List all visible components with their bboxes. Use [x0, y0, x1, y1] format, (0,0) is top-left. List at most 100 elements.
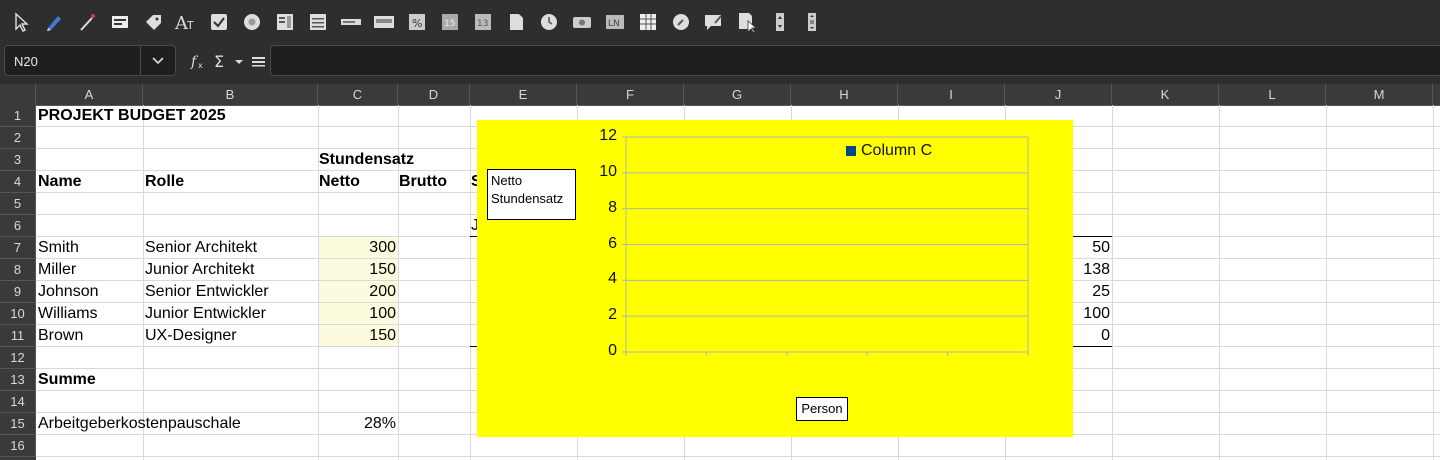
row-header-5[interactable]: 5 [0, 193, 36, 215]
y-axis-label[interactable]: Netto Stundensatz [487, 169, 576, 220]
row-header-14[interactable]: 14 [0, 391, 36, 413]
cell-a10[interactable]: Williams [38, 303, 98, 325]
row-header-12[interactable]: 12 [0, 347, 36, 369]
cell-c10[interactable]: 100 [318, 303, 396, 325]
scrollbar-icon[interactable] [800, 10, 824, 34]
cell-b10[interactable]: Junior Entwickler [145, 303, 266, 325]
cell-a7[interactable]: Smith [38, 237, 79, 259]
cell-a15[interactable]: Arbeitgeberkostenpauschale [38, 413, 241, 435]
y-axis-label-line-1: Netto [491, 173, 523, 188]
select-pointer-icon[interactable] [9, 10, 33, 34]
column-header-m[interactable]: M [1326, 84, 1433, 105]
column-header-a[interactable]: A [36, 84, 143, 105]
column-header-g[interactable]: G [684, 84, 791, 105]
cell-a4[interactable]: Name [38, 171, 82, 193]
column-header-c[interactable]: C [318, 84, 398, 105]
spin-button-icon[interactable] [768, 10, 792, 34]
magic-wand-icon[interactable] [75, 10, 99, 34]
table-grid-icon[interactable] [636, 10, 660, 34]
legend-swatch [846, 146, 856, 156]
row-header-11[interactable]: 11 [0, 325, 36, 347]
row-header-7[interactable]: 7 [0, 237, 36, 259]
select-all-corner[interactable] [0, 84, 36, 105]
x-axis-label[interactable]: Person [796, 397, 848, 421]
label-icon[interactable]: LN [603, 10, 627, 34]
row-header-4[interactable]: 4 [0, 171, 36, 193]
column-header-i[interactable]: I [898, 84, 1005, 105]
chart[interactable]: 12 10 8 6 4 2 0 Netto Stundensatz Person Colum… [477, 120, 1073, 437]
grid-line [1219, 105, 1220, 460]
cell-b4[interactable]: Rolle [145, 171, 184, 193]
document-icon[interactable] [504, 10, 528, 34]
row-header-1[interactable]: 1 [0, 105, 36, 127]
grid-line [143, 105, 144, 460]
percent-field-icon[interactable]: % [405, 10, 429, 34]
cell-c15[interactable]: 28% [318, 413, 396, 435]
cell-c7[interactable]: 300 [318, 237, 396, 259]
name-box[interactable]: N20 [4, 45, 176, 76]
camera-icon[interactable] [570, 10, 594, 34]
chevron-down-icon[interactable] [140, 46, 175, 75]
function-wizard-icon[interactable]: fx [190, 51, 208, 71]
cell-a1-title[interactable]: PROJEKT BUDGET 2025 [38, 105, 226, 127]
list-box-icon[interactable] [273, 10, 297, 34]
radio-circle-icon[interactable] [240, 10, 264, 34]
svg-text:Σ: Σ [214, 52, 224, 70]
cell-a9[interactable]: Johnson [38, 281, 99, 303]
cell-c11[interactable]: 150 [318, 325, 396, 347]
formula-icon[interactable] [251, 51, 267, 71]
legend[interactable]: Column C [846, 141, 932, 161]
cell-b8[interactable]: Junior Architekt [145, 259, 254, 281]
column-header-f[interactable]: F [577, 84, 684, 105]
cell-c4[interactable]: Netto [319, 171, 360, 193]
column-header-l[interactable]: L [1219, 84, 1326, 105]
font-style-icon[interactable]: AT [174, 10, 198, 34]
cell-a11[interactable]: Brown [38, 325, 83, 347]
column-header-k[interactable]: K [1112, 84, 1219, 105]
form-field-icon[interactable] [372, 10, 396, 34]
tag-icon[interactable] [141, 10, 165, 34]
y-tick-label: 0 [608, 342, 617, 359]
svg-text:T: T [186, 19, 194, 32]
text-block-icon[interactable] [306, 10, 330, 34]
cell-c9[interactable]: 200 [318, 281, 396, 303]
column-header-e[interactable]: E [470, 84, 577, 105]
cell-a13[interactable]: Summe [38, 369, 96, 391]
column-header-j[interactable]: J [1005, 84, 1112, 105]
column-headers: A B C D E F G H I J K L M [0, 84, 1440, 106]
numeric-field-15-icon[interactable]: 15 [438, 10, 462, 34]
pen-icon[interactable] [42, 10, 66, 34]
numeric-field-13-icon[interactable]: 13 [471, 10, 495, 34]
row-header-3[interactable]: 3 [0, 149, 36, 171]
cell-b7[interactable]: Senior Architekt [145, 237, 257, 259]
grid-line [1112, 105, 1113, 460]
row-header-10[interactable]: 10 [0, 303, 36, 325]
clock-icon[interactable] [537, 10, 561, 34]
cell-c8[interactable]: 150 [318, 259, 396, 281]
formula-input[interactable] [270, 45, 1440, 76]
sum-icon[interactable]: Σ [213, 51, 245, 71]
cell-a8[interactable]: Miller [38, 259, 76, 281]
column-header-b[interactable]: B [143, 84, 318, 105]
column-header-d[interactable]: D [398, 84, 470, 105]
document-pointer-icon[interactable] [735, 10, 759, 34]
navigator-icon[interactable] [669, 10, 693, 34]
chat-edit-icon[interactable] [702, 10, 726, 34]
checkbox-icon[interactable] [207, 10, 231, 34]
combo-box-icon[interactable] [339, 10, 363, 34]
svg-text:%: % [412, 17, 422, 30]
cell-d4[interactable]: Brutto [399, 171, 447, 193]
row-header-15[interactable]: 15 [0, 413, 36, 435]
row-header-13[interactable]: 13 [0, 369, 36, 391]
column-header-h[interactable]: H [791, 84, 898, 105]
row-header-2[interactable]: 2 [0, 127, 36, 149]
cell-c3[interactable]: Stundensatz [319, 149, 414, 171]
row-header-16[interactable]: 16 [0, 435, 36, 457]
row-header-6[interactable]: 6 [0, 215, 36, 237]
cell-b11[interactable]: UX-Designer [145, 325, 237, 347]
row-header-8[interactable]: 8 [0, 259, 36, 281]
cell-b9[interactable]: Senior Entwickler [145, 281, 269, 303]
y-tick-label: 4 [608, 270, 617, 288]
card-icon[interactable] [108, 10, 132, 34]
row-header-9[interactable]: 9 [0, 281, 36, 303]
